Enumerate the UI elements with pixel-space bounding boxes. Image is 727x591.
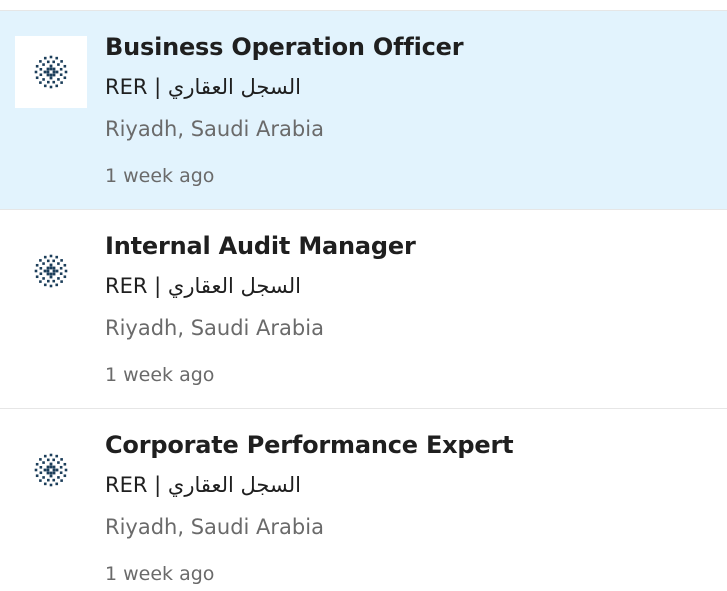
rer-company-logo-icon (34, 453, 68, 487)
rer-company-logo-icon (34, 254, 68, 288)
job-title[interactable]: Internal Audit Manager (105, 232, 416, 260)
company-name[interactable]: RER | السجل العقاري (105, 75, 301, 99)
job-card[interactable]: Business Operation Officer RER | السجل ا… (0, 11, 727, 210)
posted-time: 1 week ago (105, 165, 215, 187)
job-location: Riyadh, Saudi Arabia (105, 316, 324, 340)
company-name[interactable]: RER | السجل العقاري (105, 274, 301, 298)
rer-company-logo-icon (34, 55, 68, 89)
job-title[interactable]: Business Operation Officer (105, 33, 464, 61)
company-name[interactable]: RER | السجل العقاري (105, 473, 301, 497)
list-top-divider (0, 0, 727, 11)
job-card[interactable]: Internal Audit Manager RER | السجل العقا… (0, 210, 727, 409)
company-logo[interactable] (15, 434, 87, 506)
posted-time: 1 week ago (105, 364, 215, 386)
posted-time: 1 week ago (105, 563, 215, 585)
job-location: Riyadh, Saudi Arabia (105, 117, 324, 141)
job-list: Business Operation Officer RER | السجل ا… (0, 11, 727, 585)
job-title[interactable]: Corporate Performance Expert (105, 431, 514, 459)
job-card[interactable]: Corporate Performance Expert RER | السجل… (0, 409, 727, 585)
job-location: Riyadh, Saudi Arabia (105, 515, 324, 539)
company-logo[interactable] (15, 235, 87, 307)
company-logo[interactable] (15, 36, 87, 108)
